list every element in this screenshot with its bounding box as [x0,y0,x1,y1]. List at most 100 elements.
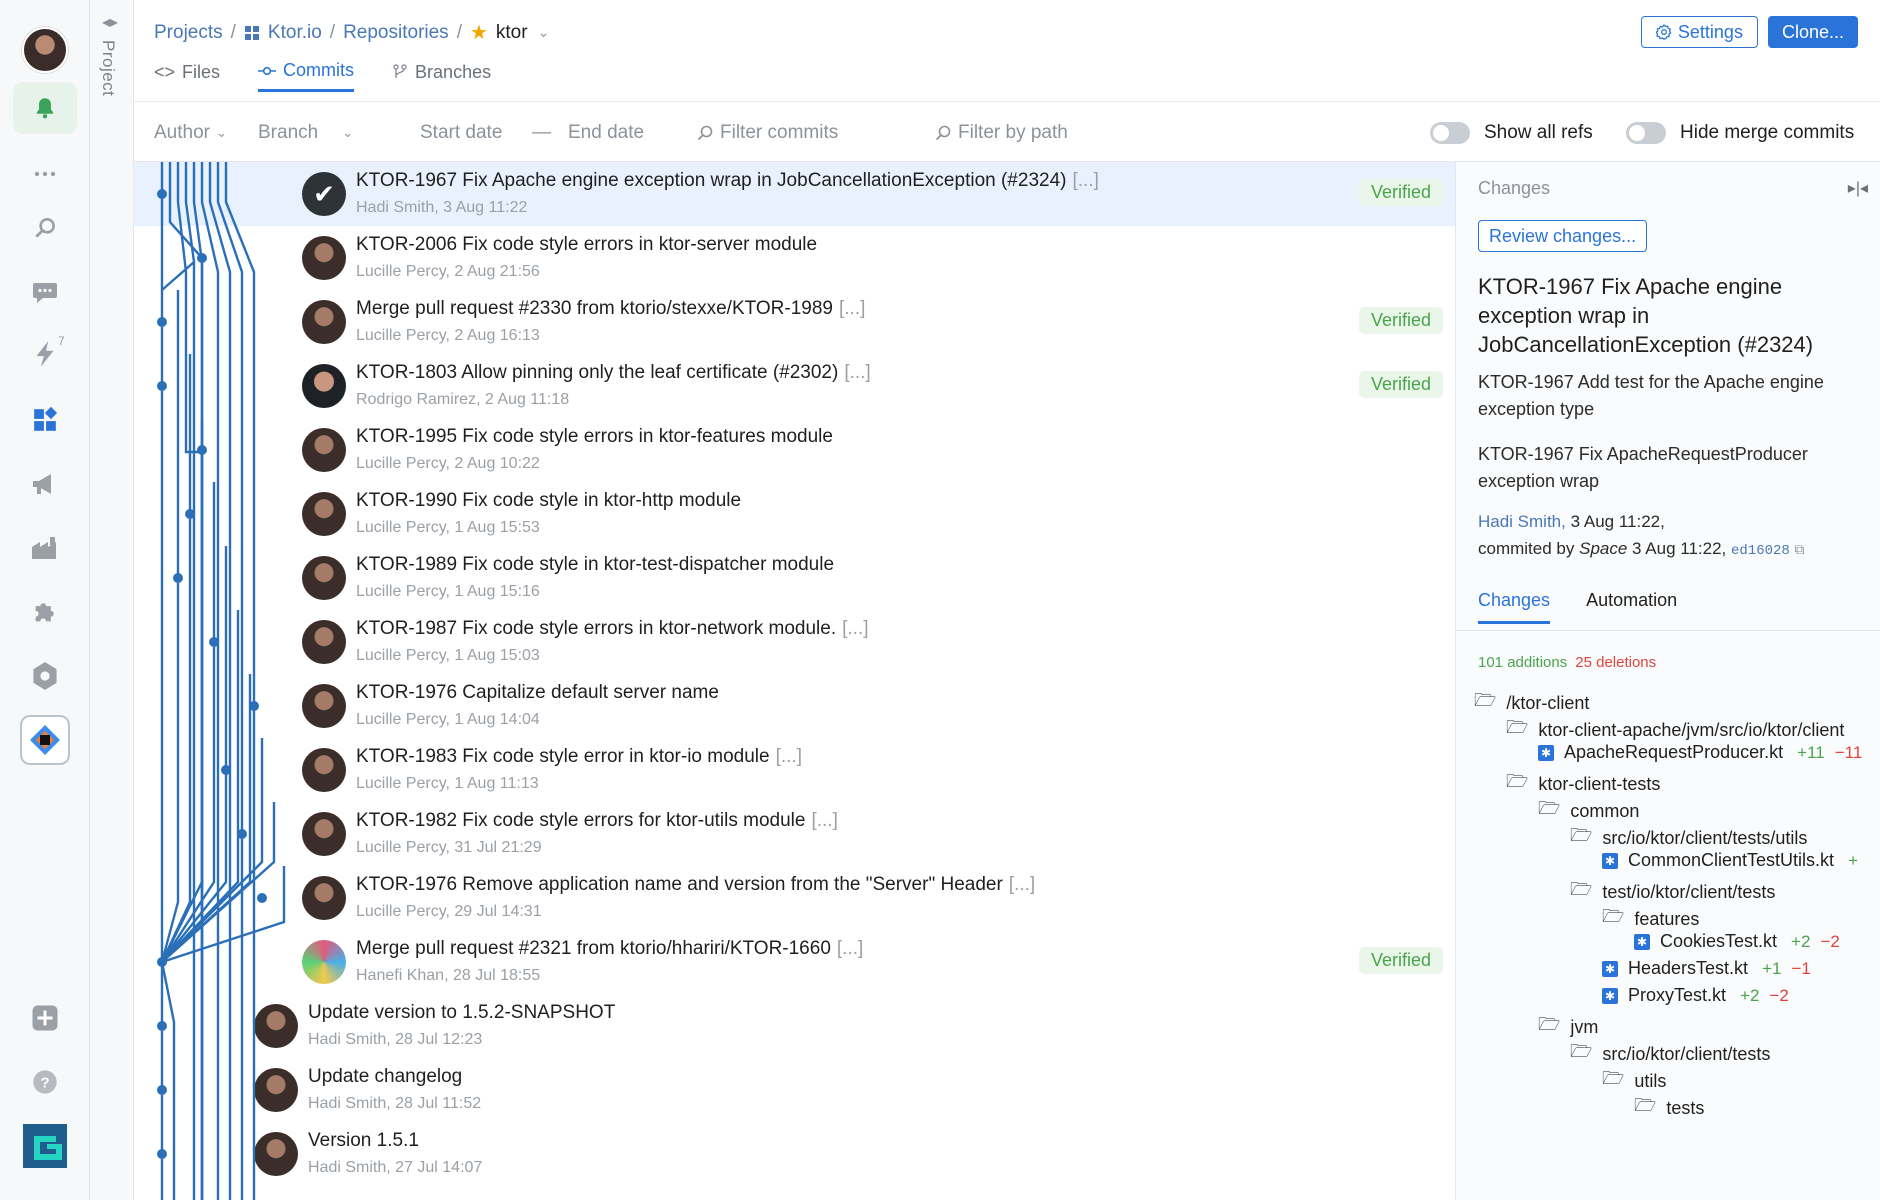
tree-folder[interactable]: 🗁 features [1602,904,1699,934]
toggle-switch[interactable] [1626,122,1666,144]
projects-button[interactable] [0,516,90,580]
folder-icon: 🗁 [1538,1014,1561,1034]
tab-changes[interactable]: Changes [1478,590,1551,624]
notifications-button[interactable] [0,76,90,140]
start-date-input[interactable]: Start date [420,122,502,144]
help-button[interactable]: ? [0,1050,90,1114]
commit-meta: Lucille Percy, 1 Aug 15:03 [356,647,540,664]
verified-badge: Verified [1358,371,1443,398]
tree-file[interactable]: ✱ HeadersTest.kt +1 −1 [1602,958,1811,979]
gear-icon [1655,24,1672,40]
commit-row[interactable]: KTOR-1989 Fix code style in ktor-test-di… [134,546,1455,610]
administration-button[interactable] [0,644,90,708]
tree-folder[interactable]: 🗁 jvm [1538,1012,1598,1042]
commit-hash[interactable]: ed16028 [1731,543,1790,559]
expand-message[interactable]: [...] [811,810,837,831]
copy-icon[interactable]: ⧉ [1795,541,1805,557]
app-jetbrains-button[interactable] [0,708,90,772]
expand-message[interactable]: [...] [837,938,863,959]
chevron-down-icon[interactable]: ⌄ [538,24,550,41]
expand-message[interactable]: [...] [844,362,870,383]
commit-row[interactable]: Version 1.5.1 Hadi Smith, 27 Jul 14:07 [134,1122,1455,1186]
folder-icon: 🗁 [1570,1041,1593,1061]
expand-message[interactable]: [...] [842,618,868,639]
folder-icon: 🗁 [1506,717,1529,737]
expand-message[interactable]: [...] [839,298,865,319]
tree-file[interactable]: ✱ ProxyTest.kt +2 −2 [1602,985,1789,1006]
factory-icon [32,537,56,559]
commit-row[interactable]: KTOR-1990 Fix code style in ktor-http mo… [134,482,1455,546]
tree-file[interactable]: ✱ CookiesTest.kt +2 −2 [1634,931,1840,952]
tree-folder[interactable]: 🗁 common [1538,796,1639,826]
create-button[interactable] [0,986,90,1050]
space-logo-button[interactable] [0,1114,90,1178]
commit-row[interactable]: ✔ KTOR-1967 Fix Apache engine exception … [134,162,1455,226]
hide-merge-toggle[interactable]: Hide merge commits [1626,122,1854,144]
tab-automation[interactable]: Automation [1586,590,1677,624]
automation-button[interactable]: 7 [0,322,90,386]
tree-folder[interactable]: 🗁 utils [1602,1066,1666,1096]
tree-folder[interactable]: 🗁 ktor-client-apache/jvm/src/io/ktor/clie… [1506,715,1844,745]
branch-filter[interactable]: Branch ⌄ [258,122,353,144]
tree-folder[interactable]: 🗁 tests [1634,1093,1704,1123]
org-icon [244,25,259,40]
commit-row[interactable]: KTOR-1976 Remove application name and ve… [134,866,1455,930]
folder-icon: 🗁 [1602,1068,1625,1088]
extensions-button[interactable] [0,580,90,644]
expand-message[interactable]: [...] [776,746,802,767]
review-changes-button[interactable]: Review changes... [1478,220,1648,252]
expand-panel-icon[interactable]: ◂▸ [102,12,118,32]
project-panel-label[interactable]: Project [98,40,118,96]
search-button[interactable] [0,196,90,260]
breadcrumb-repo[interactable]: ktor [496,22,528,44]
breadcrumb-org[interactable]: Ktor.io [268,22,322,44]
folder-icon: 🗁 [1570,825,1593,845]
expand-message[interactable]: [...] [1072,170,1098,191]
tree-folder[interactable]: 🗁 test/io/ktor/client/tests [1570,877,1775,907]
author-filter[interactable]: Author ⌄ [154,122,227,144]
avatar [302,940,346,984]
dashboard-button[interactable] [0,388,90,452]
tab-branches[interactable]: Branches [392,60,491,92]
commit-row[interactable]: KTOR-1987 Fix code style errors in ktor-… [134,610,1455,674]
tab-files[interactable]: <> Files [154,60,220,92]
tree-folder[interactable]: 🗁 src/io/ktor/client/tests/utils [1570,823,1807,853]
search-icon [697,125,713,141]
collapse-panel-icon[interactable]: ▸|◂ [1848,178,1868,198]
blog-button[interactable] [0,452,90,516]
tree-file[interactable]: ✱ CommonClientTestUtils.kt + [1602,850,1858,871]
filter-commits-input[interactable]: Filter commits [696,122,838,144]
tree-file[interactable]: ✱ ApacheRequestProducer.kt +11 −11 [1538,742,1862,763]
commit-row[interactable]: KTOR-1982 Fix code style errors for ktor… [134,802,1455,866]
clone-button[interactable]: Clone... [1767,16,1858,48]
tree-folder[interactable]: 🗁 src/io/ktor/client/tests [1570,1039,1770,1069]
author-date: 3 Aug 11:22, [1570,512,1665,531]
commit-row[interactable]: KTOR-1803 Allow pinning only the leaf ce… [134,354,1455,418]
show-all-refs-toggle[interactable]: Show all refs [1430,122,1593,144]
expand-message[interactable]: [...] [1009,874,1035,895]
commit-row[interactable]: KTOR-1995 Fix code style errors in ktor-… [134,418,1455,482]
tree-folder[interactable]: 🗁 ktor-client-tests [1506,769,1660,799]
commit-row[interactable]: Update version to 1.5.2-SNAPSHOT Hadi Sm… [134,994,1455,1058]
commit-row[interactable]: Merge pull request #2321 from ktorio/hha… [134,930,1455,994]
commit-title: Update changelog [308,1066,463,1087]
commit-row[interactable]: KTOR-2006 Fix code style errors in ktor-… [134,226,1455,290]
breadcrumb-projects[interactable]: Projects [154,22,223,44]
filter-path-input[interactable]: Filter by path [934,122,1068,144]
end-date-input[interactable]: End date [568,122,644,144]
star-icon[interactable]: ★ [470,20,488,45]
author-link[interactable]: Hadi Smith, [1478,512,1566,531]
settings-button[interactable]: Settings [1640,16,1758,48]
breadcrumb-repositories[interactable]: Repositories [343,22,449,44]
tab-commits[interactable]: Commits [258,60,355,92]
chats-button[interactable] [0,260,90,324]
graph-node [249,701,259,711]
tree-folder[interactable]: 🗁/ktor-client [1474,688,1589,718]
commit-row[interactable]: Update changelog Hadi Smith, 28 Jul 11:5… [134,1058,1455,1122]
commit-row[interactable]: KTOR-1976 Capitalize default server name… [134,674,1455,738]
avatar [302,620,346,664]
toggle-switch[interactable] [1430,122,1470,144]
commit-title: Version 1.5.1 [308,1130,419,1151]
commit-row[interactable]: Merge pull request #2330 from ktorio/ste… [134,290,1455,354]
commit-row[interactable]: KTOR-1983 Fix code style error in ktor-i… [134,738,1455,802]
